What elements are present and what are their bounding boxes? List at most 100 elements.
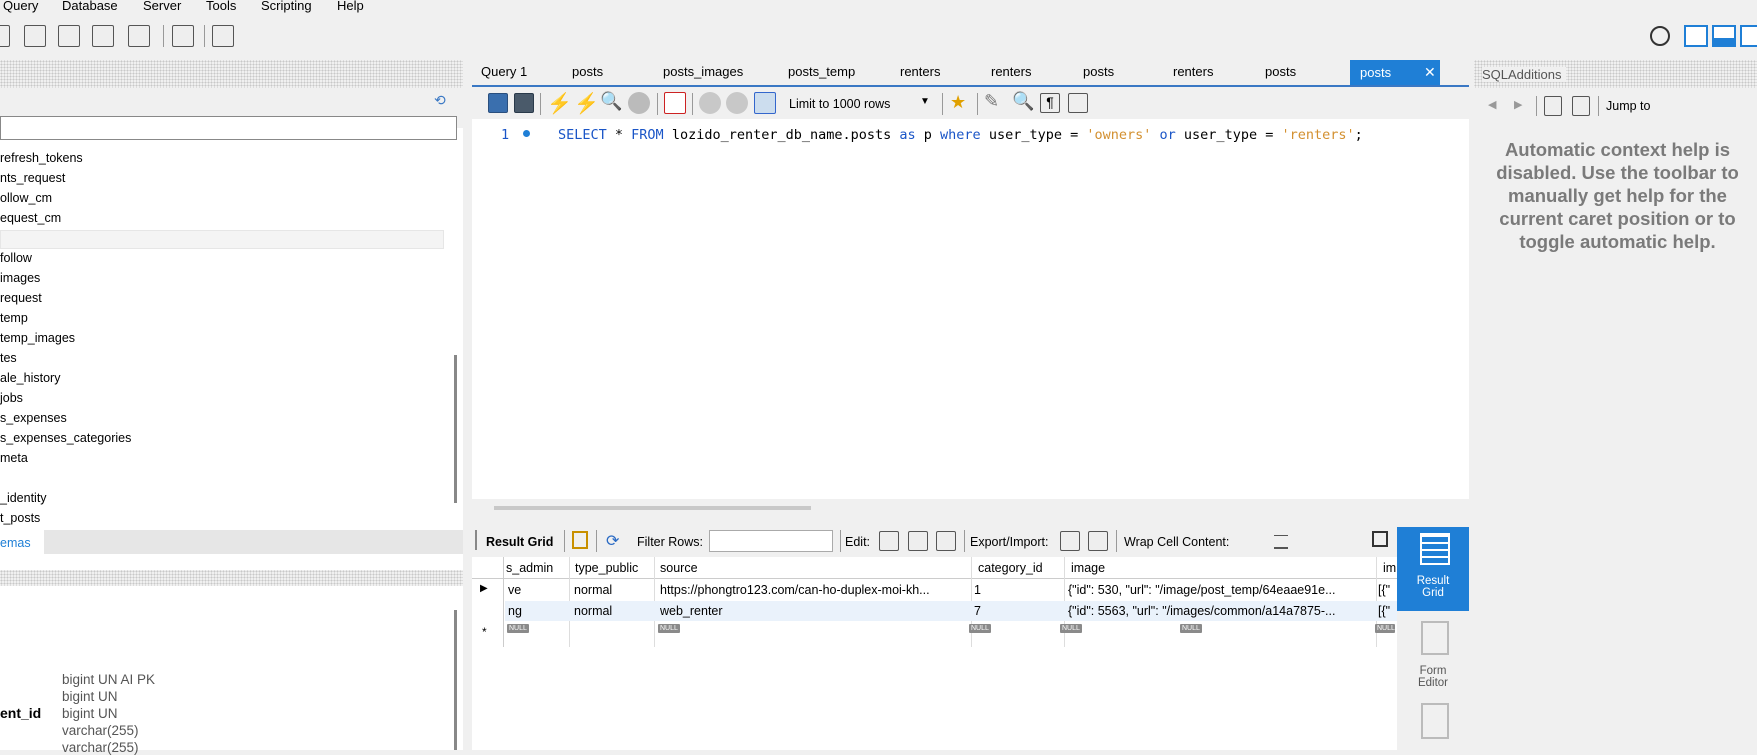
delete-row-icon[interactable]	[936, 531, 956, 551]
result-grid-button[interactable]: Result Grid	[1397, 527, 1469, 611]
tree-item[interactable]: s_expenses_categories	[0, 431, 131, 445]
filter-rows-input[interactable]	[709, 530, 833, 552]
create-table-icon[interactable]	[58, 25, 80, 47]
tree-item[interactable]: follow	[0, 251, 32, 265]
null-badge[interactable]: NULL	[507, 624, 529, 633]
sql-editor[interactable]: 1	[472, 119, 1469, 510]
grid-cell[interactable]: ng	[508, 604, 568, 618]
tree-item[interactable]: _identity	[0, 491, 47, 505]
toggle-continue-icon[interactable]	[664, 92, 686, 114]
reconnect-icon[interactable]	[212, 25, 234, 47]
tree-item[interactable]: images	[0, 271, 40, 285]
tree-item[interactable]: tes	[0, 351, 17, 365]
toggle-sidebar-icon[interactable]	[1684, 25, 1708, 47]
close-icon[interactable]: ✕	[1424, 64, 1436, 81]
grid-cell[interactable]: normal	[574, 604, 652, 618]
tab-posts[interactable]: posts	[1265, 64, 1296, 79]
refresh-icon[interactable]: ⟳	[606, 531, 619, 551]
stop-icon[interactable]	[628, 92, 650, 114]
create-routine-icon[interactable]	[128, 25, 150, 47]
info-scrollbar[interactable]	[454, 610, 457, 750]
null-badge[interactable]: NULL	[1180, 624, 1202, 633]
create-schema-icon[interactable]	[24, 25, 46, 47]
tab-renters[interactable]: renters	[991, 64, 1031, 79]
tab-renters[interactable]: renters	[900, 64, 940, 79]
grid-cell[interactable]: 7	[974, 604, 1062, 618]
toggle-panel-icon[interactable]	[1372, 531, 1388, 547]
explain-icon[interactable]: 🔍	[600, 91, 622, 112]
tab-schemas[interactable]: emas	[0, 530, 44, 554]
forward-icon[interactable]: ▶	[1514, 98, 1522, 111]
manual-help-icon[interactable]	[1544, 96, 1562, 116]
wrap-cell-icon[interactable]	[1274, 535, 1288, 549]
tab-posts-active[interactable]: posts ✕	[1350, 60, 1440, 85]
grid-cell[interactable]: [{"	[1378, 583, 1397, 597]
add-snippet-icon[interactable]: ★	[950, 92, 966, 113]
execute-current-icon[interactable]: ⚡	[574, 91, 599, 116]
tree-item[interactable]: meta	[0, 451, 28, 465]
find-icon[interactable]: 🔍	[1012, 91, 1034, 112]
invisible-chars-icon[interactable]: ¶	[1040, 93, 1060, 113]
toggle-output-icon[interactable]	[1712, 25, 1736, 47]
tree-item[interactable]: ollow_cm	[0, 191, 52, 205]
grid-cell[interactable]: normal	[574, 583, 652, 597]
null-badge[interactable]: NULL	[969, 624, 991, 633]
tree-item[interactable]: request	[0, 291, 42, 305]
tab-posts-images[interactable]: posts_images	[663, 64, 743, 79]
save-icon[interactable]	[514, 93, 534, 113]
column-header[interactable]: image	[1071, 561, 1351, 575]
menu-help[interactable]: Help	[337, 0, 364, 13]
menu-database[interactable]: Database	[62, 0, 118, 13]
insert-row-icon[interactable]	[908, 531, 928, 551]
null-badge[interactable]: NULL	[658, 624, 680, 633]
tree-item[interactable]: refresh_tokens	[0, 151, 83, 165]
column-header[interactable]: category_id	[978, 561, 1068, 575]
autocommit-icon[interactable]	[754, 92, 776, 114]
menu-query[interactable]: Query	[3, 0, 38, 13]
edit-row-icon[interactable]	[879, 531, 899, 551]
navigator-scrollbar[interactable]	[454, 355, 457, 503]
menu-server[interactable]: Server	[143, 0, 181, 13]
menu-scripting[interactable]: Scripting	[261, 0, 312, 13]
import-icon[interactable]	[1088, 531, 1108, 551]
limit-rows-select[interactable]: Limit to 1000 rows ▼	[782, 92, 938, 116]
horizontal-scrollbar[interactable]	[494, 506, 811, 510]
settings-circle-icon[interactable]	[1650, 26, 1670, 46]
wrap-lines-icon[interactable]	[1068, 93, 1088, 113]
jump-to-select[interactable]: Jump to	[1606, 99, 1650, 113]
grid-cell[interactable]: {"id": 530, "url": "/image/post_temp/64e…	[1068, 583, 1374, 597]
open-file-icon[interactable]	[488, 93, 508, 113]
grid-cell[interactable]: {"id": 5563, "url": "/images/common/a14a…	[1068, 604, 1374, 618]
tab-posts[interactable]: posts	[572, 64, 603, 79]
schema-filter-input[interactable]	[0, 116, 457, 140]
toggle-secondary-sidebar-icon[interactable]	[1740, 25, 1757, 47]
export-icon[interactable]	[1060, 531, 1080, 551]
tree-item[interactable]: temp	[0, 311, 28, 325]
create-view-icon[interactable]	[92, 25, 114, 47]
sql-statement[interactable]: SELECT * FROM lozido_renter_db_name.post…	[558, 127, 1363, 143]
tree-item[interactable]: t_posts	[0, 511, 40, 525]
null-badge[interactable]: NULL	[1060, 624, 1082, 633]
tab-query-1[interactable]: Query 1	[481, 64, 527, 79]
tree-item-selected[interactable]	[0, 230, 444, 249]
grid-cell[interactable]: ve	[508, 583, 568, 597]
tree-item[interactable]: equest_cm	[0, 211, 61, 225]
tree-item[interactable]: temp_images	[0, 331, 75, 345]
tree-item[interactable]: ale_history	[0, 371, 60, 385]
refresh-icon[interactable]: ⟲	[434, 92, 446, 109]
execute-icon[interactable]: ⚡	[547, 91, 572, 116]
column-header[interactable]: type_public	[575, 561, 659, 575]
beautify-icon[interactable]: ✎	[984, 91, 999, 112]
commit-icon[interactable]	[699, 92, 721, 114]
grid-cell[interactable]: web_renter	[660, 604, 970, 618]
tab-renters[interactable]: renters	[1173, 64, 1213, 79]
search-table-icon[interactable]	[172, 25, 194, 47]
new-connection-icon[interactable]	[0, 25, 10, 47]
tree-item[interactable]: jobs	[0, 391, 23, 405]
tab-posts-temp[interactable]: posts_temp	[788, 64, 855, 79]
grid-cell[interactable]: https://phongtro123.com/can-ho-duplex-mo…	[660, 583, 970, 597]
column-toggle-icon[interactable]	[572, 531, 588, 549]
grid-cell[interactable]: [{"	[1378, 604, 1397, 618]
tree-item[interactable]: nts_request	[0, 171, 65, 185]
menu-tools[interactable]: Tools	[206, 0, 236, 13]
